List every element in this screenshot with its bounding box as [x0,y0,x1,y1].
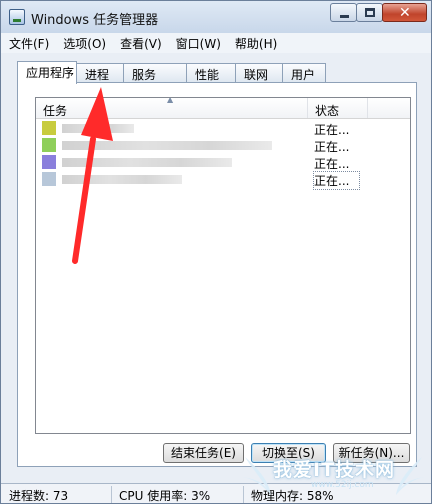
redacted-task-name [62,158,232,167]
tab-applications[interactable]: 应用程序 [17,61,77,84]
column-header-task[interactable]: 任务 ▲ [36,98,308,118]
redacted-task-name [62,141,272,150]
minimize-icon [340,15,349,18]
window-title: Windows 任务管理器 [31,13,159,28]
task-row[interactable]: 正在... [36,154,410,171]
menu-windows[interactable]: 窗口(W) [176,35,221,52]
column-header-status[interactable]: 状态 [308,98,368,118]
maximize-button[interactable] [356,3,383,22]
maximize-icon [365,8,375,17]
menu-bar: 文件(F) 选项(O) 查看(V) 窗口(W) 帮助(H) [1,33,431,53]
app-icon [42,155,56,169]
menu-options[interactable]: 选项(O) [63,35,106,52]
cpu-usage: CPU 使用率: 3% [119,489,211,503]
task-row[interactable]: 正在... [36,171,410,190]
minimize-button[interactable] [330,3,357,22]
watermark-url: www.52ij.com [311,480,374,490]
menu-view[interactable]: 查看(V) [120,35,162,52]
end-task-button[interactable]: 结束任务(E) [163,443,244,463]
app-icon [42,138,56,152]
app-icon [42,172,56,186]
title-bar[interactable]: Windows 任务管理器 ✕ [1,1,431,33]
tab-performance[interactable]: 性能 [186,63,236,83]
tab-processes[interactable]: 进程 [76,63,124,83]
tab-strip: 应用程序 进程 服务 性能 联网 用户 [17,61,417,84]
tab-users[interactable]: 用户 [282,63,326,83]
process-count: 进程数: 73 [9,489,69,503]
task-status: 正在... [314,157,350,171]
close-button[interactable]: ✕ [382,3,427,22]
applications-panel: 任务 ▲ 状态 正在... 正在... 正在... 正在... 结束任务(E) … [17,82,417,467]
redacted-task-name [62,175,182,184]
tab-networking[interactable]: 联网 [235,63,283,83]
status-divider [111,486,112,503]
task-manager-app-icon [9,9,25,25]
close-icon: ✕ [399,5,411,21]
watermark-text: 我爱IT技术网 [273,459,396,481]
task-row[interactable]: 正在... [36,120,410,137]
task-row[interactable]: 正在... [36,137,410,154]
menu-file[interactable]: 文件(F) [9,35,49,52]
menu-help[interactable]: 帮助(H) [235,35,277,52]
list-header: 任务 ▲ 状态 [36,98,410,119]
task-status: 正在... [314,140,350,154]
task-status: 正在... [314,123,350,137]
task-manager-window: Windows 任务管理器 ✕ 文件(F) 选项(O) 查看(V) 窗口(W) … [0,0,432,504]
tab-services[interactable]: 服务 [123,63,187,83]
column-status-label: 状态 [315,104,340,118]
column-task-label: 任务 [43,104,68,118]
window-controls: ✕ [330,3,427,23]
app-icon [42,121,56,135]
task-list[interactable]: 任务 ▲ 状态 正在... 正在... 正在... 正在... [35,97,411,434]
sort-ascending-icon: ▲ [167,97,174,104]
task-status: 正在... [312,171,361,190]
redacted-task-name [62,124,134,133]
task-rows: 正在... 正在... 正在... 正在... [36,120,410,190]
watermark: 我爱IT技术网 www.52ij.com [241,449,426,497]
